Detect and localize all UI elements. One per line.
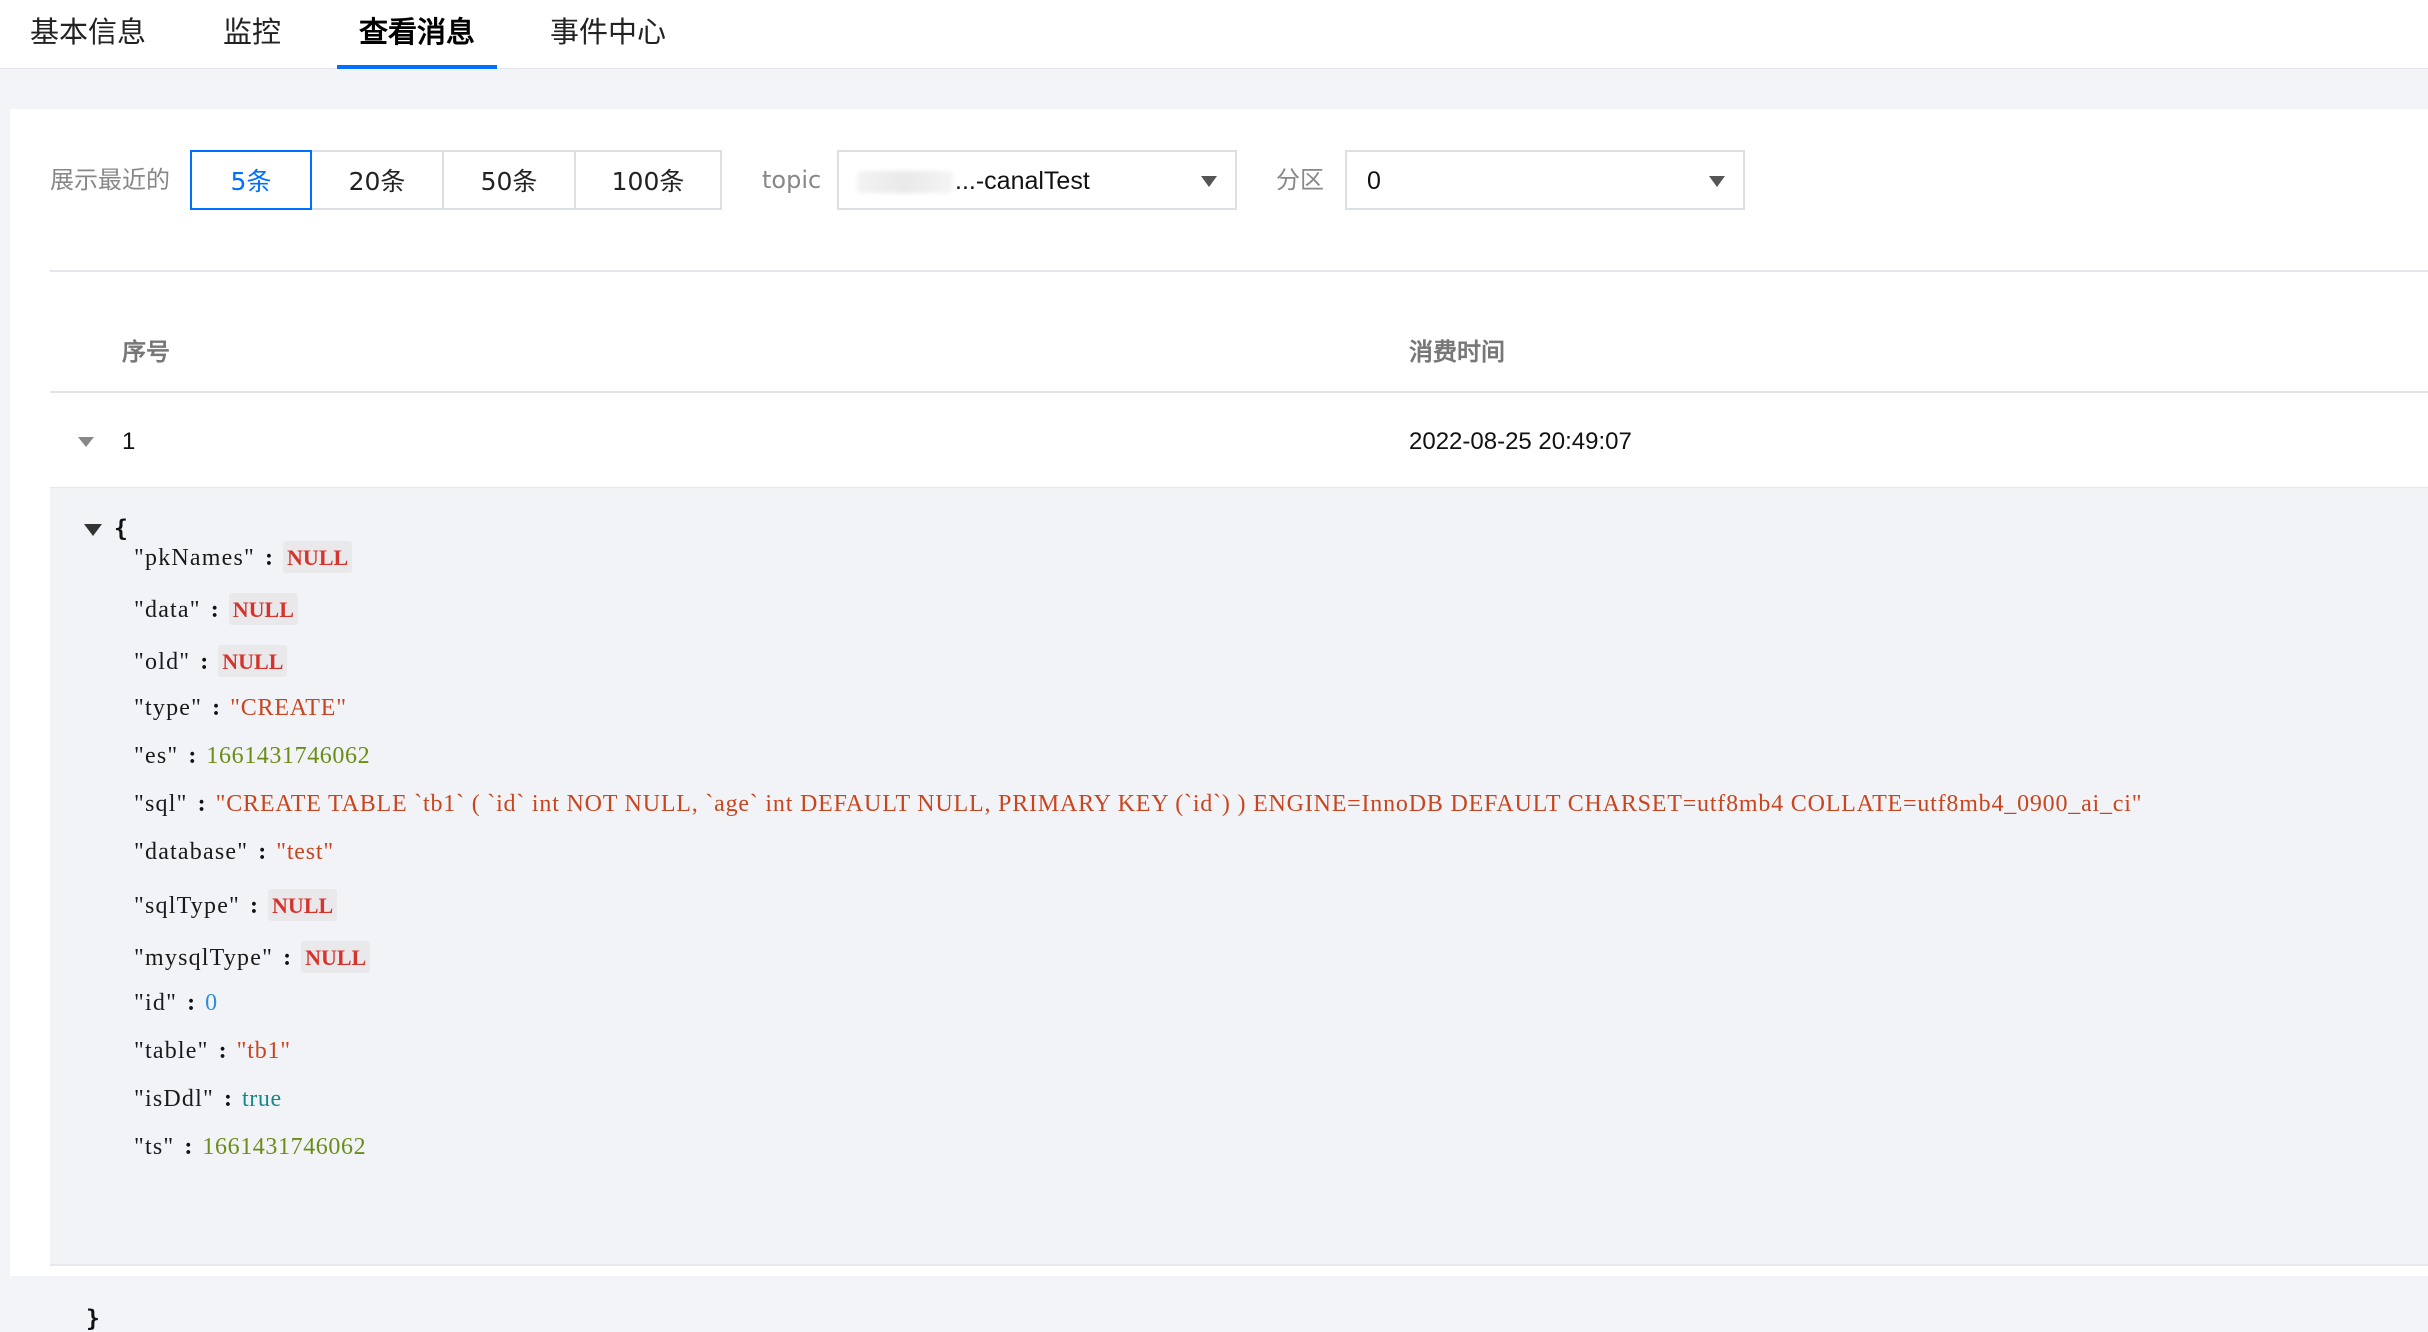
json-separator: : (187, 990, 196, 1016)
chevron-down-icon (1201, 176, 1217, 187)
header-divider (50, 391, 2428, 393)
json-separator: : (258, 839, 267, 865)
json-value: "test" (276, 839, 334, 865)
json-field: "sqlType": NULL (134, 889, 338, 921)
json-value: 0 (205, 990, 218, 1016)
json-key: "type" (134, 695, 203, 721)
json-key: "ts" (134, 1134, 175, 1160)
divider (50, 270, 2428, 272)
json-key: "old" (134, 649, 191, 675)
tab-view-messages[interactable]: 查看消息 (337, 18, 498, 69)
message-panel: 展示最近的 5条 20条 50条 100条 topic ...-canalTes… (10, 109, 2428, 1331)
json-value: "CREATE TABLE `tb1` ( `id` int NOT NULL,… (215, 791, 2143, 817)
json-field: "sql": "CREATE TABLE `tb1` ( `id` int NOT… (134, 792, 2142, 816)
json-value: NULL (228, 593, 298, 625)
partition-select[interactable]: 0 (1345, 150, 1745, 210)
json-value: NULL (283, 541, 353, 573)
partition-label: 分区 (1276, 166, 1324, 194)
json-key: "sqlType" (134, 893, 241, 919)
row-expand-toggle-icon[interactable] (78, 437, 94, 447)
json-value: "CREATE" (230, 695, 347, 721)
json-key: "isDdl" (134, 1086, 215, 1112)
json-key: "mysqlType" (134, 945, 274, 971)
recent-label: 展示最近的 (50, 166, 170, 194)
message-json-viewer: { "pkNames": NULL "data": NULL "old": NULL "ty… (50, 488, 2428, 1331)
masked-topic-prefix (857, 171, 953, 194)
json-value: true (242, 1086, 282, 1112)
topic-value: ...-canalTest (955, 167, 1090, 195)
json-field: "table": "tb1" (134, 1039, 291, 1063)
tab-bar: 基本信息 监控 查看消息 事件中心 (0, 0, 2428, 69)
json-separator: : (184, 1134, 193, 1160)
count-50-button[interactable]: 50条 (442, 150, 576, 210)
json-key: "id" (134, 990, 178, 1016)
json-separator: : (210, 597, 219, 623)
json-field: "database": "test" (134, 840, 334, 864)
json-field: "id":0 (134, 991, 217, 1015)
json-value: NULL (218, 645, 288, 677)
tab-monitoring[interactable]: 监控 (223, 18, 281, 69)
column-header-index: 序号 (122, 338, 170, 366)
json-separator: : (212, 695, 221, 721)
json-key: "data" (134, 597, 201, 623)
json-value: NULL (268, 889, 338, 921)
json-open-brace: { (114, 516, 128, 542)
json-value: 1661431746062 (202, 1134, 367, 1160)
tab-event-center[interactable]: 事件中心 (550, 18, 666, 69)
json-key: "sql" (134, 791, 188, 817)
json-separator: : (224, 1086, 233, 1112)
json-separator: : (188, 743, 197, 769)
json-value: 1661431746062 (206, 743, 371, 769)
json-field: "type": "CREATE" (134, 696, 347, 720)
partition-value: 0 (1367, 167, 1381, 195)
row-index: 1 (122, 428, 136, 455)
tab-basic-info[interactable]: 基本信息 (30, 18, 146, 69)
json-separator: : (250, 893, 259, 919)
count-20-button[interactable]: 20条 (310, 150, 444, 210)
json-separator: : (265, 545, 274, 571)
json-field: "es":1661431746062 (134, 744, 370, 768)
json-key: "database" (134, 839, 249, 865)
topic-value-wrap: ...-canalTest (857, 169, 1090, 194)
json-separator: : (200, 649, 209, 675)
json-field: "mysqlType": NULL (134, 941, 371, 973)
column-header-consume-time: 消费时间 (1409, 338, 1505, 366)
json-collapse-icon[interactable] (84, 524, 102, 536)
topic-select[interactable]: ...-canalTest (837, 150, 1237, 210)
json-field: "old": NULL (134, 645, 288, 677)
row-consume-time: 2022-08-25 20:49:07 (1409, 428, 1632, 455)
json-key: "pkNames" (134, 545, 256, 571)
json-field: "data": NULL (134, 593, 298, 625)
topic-label: topic (762, 166, 822, 194)
json-value: NULL (301, 941, 371, 973)
json-separator: : (197, 791, 206, 817)
json-separator: : (283, 945, 292, 971)
json-key: "es" (134, 743, 179, 769)
json-value: "tb1" (236, 1038, 291, 1064)
json-close-brace: } (86, 1306, 100, 1332)
json-field: "ts":1661431746062 (134, 1135, 366, 1159)
json-field: "isDdl": true (134, 1087, 282, 1111)
chevron-down-icon (1709, 176, 1725, 187)
json-separator: : (218, 1038, 227, 1064)
json-key: "table" (134, 1038, 209, 1064)
count-100-button[interactable]: 100条 (574, 150, 722, 210)
count-5-button[interactable]: 5条 (190, 150, 312, 210)
json-field: "pkNames": NULL (134, 541, 353, 573)
